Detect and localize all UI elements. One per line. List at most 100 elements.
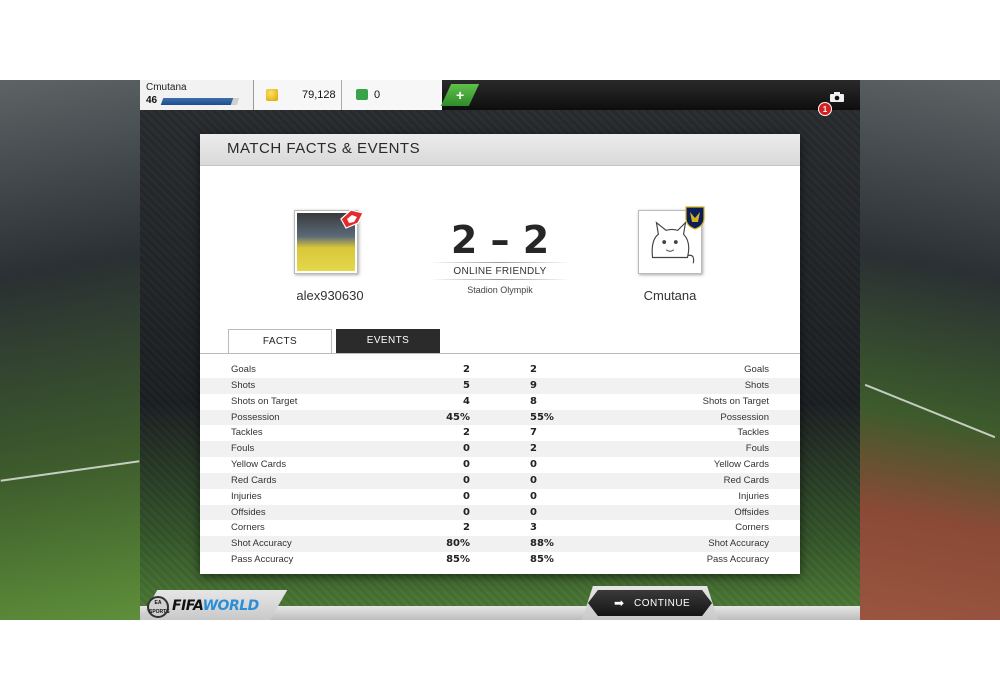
stat-row: Possession 45% 55% Possession — [200, 409, 800, 426]
stat-label-home: Injuries — [231, 490, 262, 502]
stat-label-home: Pass Accuracy — [231, 554, 294, 566]
stat-label-away: Shots on Target — [702, 395, 769, 407]
continue-button[interactable]: ➡ CONTINUE — [588, 590, 712, 616]
match-type: ONLINE FRIENDLY — [453, 266, 547, 277]
stat-label-home: Corners — [231, 522, 265, 534]
ea-sports-logo: EA SPORTS — [147, 596, 170, 618]
plus-icon: + — [455, 87, 465, 103]
stat-value-away: 55% — [530, 411, 554, 423]
game-viewport: Cmutana 46 79,128 0 + 1 MATCH FACTS & EV… — [0, 80, 1000, 620]
panel-header: MATCH FACTS & EVENTS — [200, 134, 800, 166]
stat-value-away: 2 — [530, 443, 537, 455]
profile-box[interactable]: Cmutana 46 — [140, 80, 254, 110]
stat-row: Fouls 0 2 Fouls — [200, 441, 800, 458]
profile-level: 46 — [146, 95, 158, 106]
stat-value-away: 0 — [530, 490, 537, 502]
stat-row: Offsides 0 0 Offsides — [200, 504, 800, 521]
divider — [430, 279, 570, 280]
spartak-badge-icon — [340, 209, 364, 229]
stat-label-away: Shot Accuracy — [708, 538, 769, 550]
coins-value: 79,128 — [302, 89, 336, 101]
away-player-name: Cmutana — [643, 288, 697, 303]
fifa-world-logo: FIFAWORLD — [172, 598, 259, 614]
fifa-points-icon — [356, 89, 368, 100]
stat-label-home: Offsides — [231, 506, 266, 518]
stat-label-away: Goals — [744, 364, 769, 375]
coins-box[interactable]: 79,128 — [254, 80, 342, 110]
stat-value-away: 0 — [530, 459, 537, 471]
stat-row: Injuries 0 0 Injuries — [200, 489, 800, 505]
stat-value-home: 5 — [463, 379, 470, 391]
stat-value-home: 4 — [463, 395, 470, 407]
stat-row: Red Cards 0 0 Red Cards — [200, 472, 800, 489]
stadium-name: Stadion Olympik — [467, 285, 533, 295]
arrow-right-icon: ➡ — [614, 596, 625, 610]
stat-value-home: 2 — [463, 364, 470, 375]
stat-value-away: 0 — [530, 474, 537, 486]
notification-badge[interactable]: 1 — [818, 102, 832, 116]
home-player-name: alex930630 — [296, 288, 364, 303]
stat-label-away: Possession — [720, 411, 769, 423]
stat-value-away: 7 — [530, 427, 537, 439]
stat-label-away: Injuries — [738, 490, 769, 502]
stat-label-home: Shots on Target — [231, 395, 298, 407]
stat-value-away: 2 — [530, 364, 537, 375]
camera-icon[interactable] — [830, 92, 844, 102]
world-logo-text: WORLD — [202, 598, 260, 614]
stat-row: Corners 2 3 Corners — [200, 520, 800, 536]
stat-label-away: Tackles — [737, 427, 769, 439]
stat-label-home: Possession — [231, 411, 280, 423]
stat-label-home: Tackles — [231, 427, 263, 439]
stat-row: Goals 2 2 Goals — [200, 362, 800, 378]
stat-label-away: Red Cards — [723, 474, 769, 486]
stat-label-away: Pass Accuracy — [706, 554, 769, 566]
stats-table: Goals 2 2 Goals Shots 5 9 Shots Shots on Target 4… — [200, 362, 800, 568]
stat-value-home: 2 — [463, 522, 470, 534]
stat-value-home: 0 — [463, 443, 470, 455]
stadium-stand-left — [0, 80, 140, 620]
tab-divider — [200, 353, 800, 354]
stat-row: Pass Accuracy 85% 85% Pass Accuracy — [200, 552, 800, 568]
tab-facts[interactable]: FACTS — [228, 329, 332, 353]
stat-value-away: 3 — [530, 522, 537, 534]
stat-label-away: Offsides — [734, 506, 769, 518]
stat-label-home: Shot Accuracy — [231, 538, 292, 550]
stat-label-away: Shots — [744, 379, 769, 391]
stadium-stand-right — [860, 80, 1000, 620]
top-bar: Cmutana 46 79,128 0 + 1 — [140, 80, 860, 116]
stat-label-away: Fouls — [745, 443, 769, 455]
stat-label-away: Corners — [735, 522, 769, 534]
stat-row: Tackles 2 7 Tackles — [200, 425, 800, 441]
match-facts-panel: MATCH FACTS & EVENTS 2 – 2 ONLINE FRIEND… — [200, 134, 800, 574]
panel-title: MATCH FACTS & EVENTS — [227, 140, 421, 157]
xp-progress-fill — [160, 98, 234, 105]
stat-value-away: 85% — [530, 554, 554, 566]
stat-value-away: 0 — [530, 506, 537, 518]
stat-value-home: 80% — [446, 538, 470, 550]
coin-icon — [266, 89, 278, 101]
points-value: 0 — [374, 89, 381, 101]
stat-value-home: 85% — [446, 554, 470, 566]
stat-row: Shot Accuracy 80% 88% Shot Accuracy — [200, 536, 800, 553]
continue-label: CONTINUE — [634, 598, 691, 609]
stat-label-away: Yellow Cards — [713, 459, 769, 471]
stat-label-home: Red Cards — [231, 474, 277, 486]
stat-row: Shots on Target 4 8 Shots on Target — [200, 394, 800, 410]
wimbledon-badge-icon — [685, 206, 705, 230]
stat-value-home: 0 — [463, 459, 470, 471]
add-points-button[interactable]: + — [440, 84, 480, 106]
points-box[interactable]: 0 — [342, 80, 442, 110]
stat-value-home: 2 — [463, 427, 470, 439]
stat-value-away: 8 — [530, 395, 537, 407]
stat-value-away: 88% — [530, 538, 554, 550]
stat-row: Yellow Cards 0 0 Yellow Cards — [200, 457, 800, 473]
stat-value-home: 45% — [446, 411, 470, 423]
stat-value-home: 0 — [463, 506, 470, 518]
tab-events[interactable]: EVENTS — [336, 329, 440, 353]
stat-value-home: 0 — [463, 474, 470, 486]
divider — [430, 262, 570, 263]
fifa-logo-text: FIFA — [172, 598, 203, 614]
stat-value-away: 9 — [530, 379, 537, 391]
stat-label-home: Fouls — [231, 443, 255, 455]
xp-progress-bar — [160, 98, 240, 105]
